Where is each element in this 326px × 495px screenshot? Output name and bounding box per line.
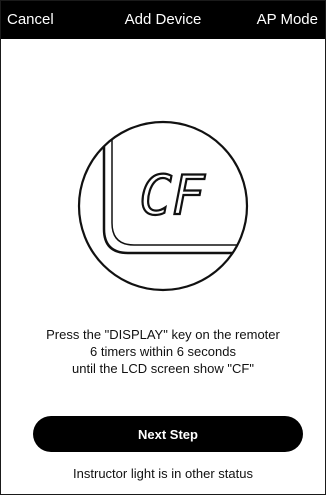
next-step-button[interactable]: Next Step: [33, 416, 303, 452]
app-screen: Cancel Add Device AP Mode CF Press the "…: [0, 0, 326, 495]
other-status-link[interactable]: Instructor light is in other status: [1, 466, 325, 481]
lcd-display-text: CF: [139, 164, 206, 227]
instruction-line-1: Press the "DISPLAY" key on the remoter: [46, 327, 280, 342]
instruction-line-2: 6 timers within 6 seconds: [90, 344, 236, 359]
ap-mode-button[interactable]: AP Mode: [257, 11, 318, 28]
instructions-text: Press the "DISPLAY" key on the remoter 6…: [1, 326, 325, 377]
lcd-illustration: CF: [76, 119, 250, 293]
nav-bar: Cancel Add Device AP Mode: [1, 1, 325, 39]
instruction-line-3: until the LCD screen show "CF": [72, 361, 254, 376]
